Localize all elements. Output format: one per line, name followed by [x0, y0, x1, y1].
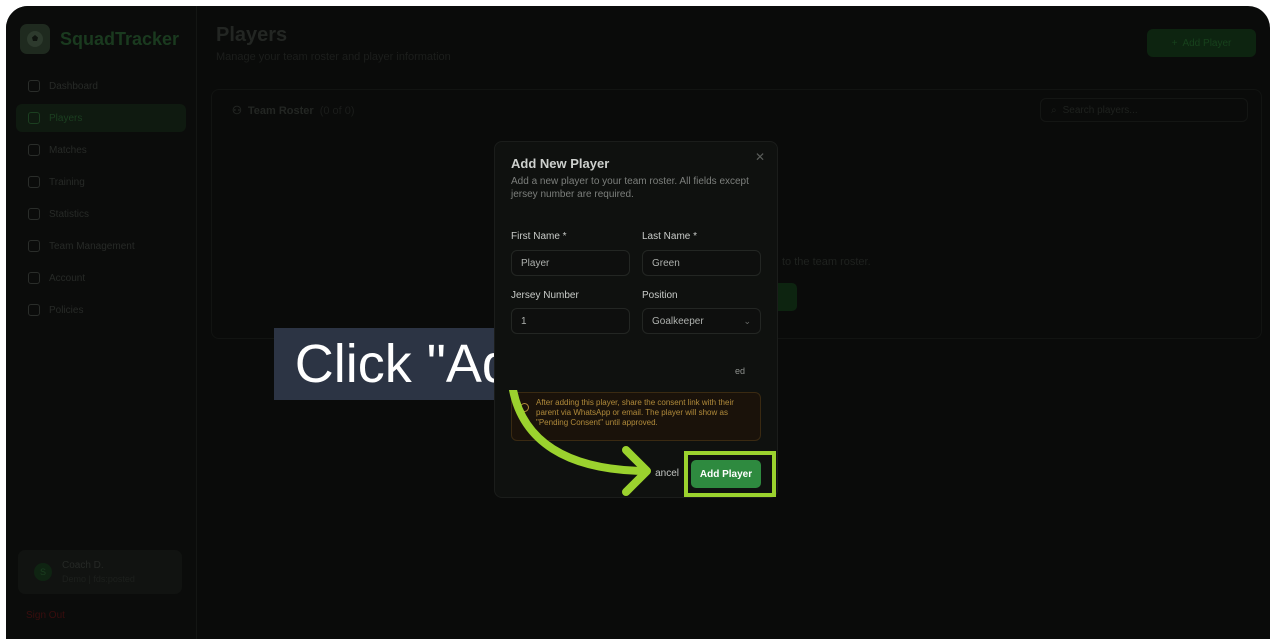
brand-name: SquadTracker — [60, 28, 180, 49]
document-icon — [28, 304, 40, 316]
sign-out-button[interactable]: Sign Out — [26, 610, 65, 621]
add-player-header-button[interactable]: + Add Player — [1147, 29, 1256, 57]
last-name-label: Last Name * — [642, 231, 698, 242]
search-placeholder: Search players... — [1062, 104, 1138, 116]
sidebar-item-dashboard[interactable]: Dashboard — [16, 72, 186, 100]
sidebar: SquadTracker Dashboard Players Matches T… — [6, 6, 197, 639]
user-card[interactable]: S Coach D. Demo | fds:posted — [18, 550, 182, 594]
plus-icon: + — [1171, 37, 1178, 49]
chevron-down-icon: ⌄ — [743, 316, 751, 326]
search-icon: ⌕ — [1051, 104, 1057, 116]
sidebar-item-team-management[interactable]: Team Management — [16, 232, 186, 260]
user-icon — [28, 272, 40, 284]
user-subtitle: Demo | fds:posted — [62, 574, 135, 584]
sidebar-nav: Dashboard Players Matches Training Stati… — [16, 72, 186, 328]
jersey-number-label: Jersey Number — [511, 290, 579, 301]
sidebar-item-statistics[interactable]: Statistics — [16, 200, 186, 228]
sidebar-item-label: Dashboard — [49, 80, 98, 92]
brand[interactable]: SquadTracker — [20, 24, 179, 54]
sidebar-item-label: Matches — [49, 144, 87, 156]
training-icon — [28, 176, 40, 188]
chart-icon — [28, 208, 40, 220]
jersey-number-field[interactable]: 1 — [511, 308, 630, 334]
last-name-field[interactable]: Green — [642, 250, 761, 276]
position-select[interactable]: Goalkeeper ⌄ — [642, 308, 761, 334]
sidebar-item-label: Training — [49, 176, 85, 188]
sign-out-label: Sign Out — [26, 610, 65, 621]
dialog-title: Add New Player — [511, 156, 610, 171]
sidebar-item-policies[interactable]: Policies — [16, 296, 186, 324]
add-player-header-label: Add Player — [1182, 37, 1232, 49]
sidebar-item-label: Statistics — [49, 208, 90, 220]
dialog-description: Add a new player to your team roster. Al… — [511, 176, 749, 200]
position-label: Position — [642, 290, 678, 301]
consent-label-fragment: ed — [735, 366, 746, 376]
sidebar-item-matches[interactable]: Matches — [16, 136, 186, 164]
jersey-number-value: 1 — [521, 315, 527, 327]
roster-count: (0 of 0) — [319, 104, 355, 117]
empty-state-text: to the team roster. — [782, 256, 871, 268]
team-icon — [28, 240, 40, 252]
close-icon[interactable]: ✕ — [755, 150, 765, 164]
home-icon — [28, 80, 40, 92]
users-icon — [28, 112, 40, 124]
search-input[interactable]: ⌕ Search players... — [1040, 98, 1248, 122]
user-name: Coach D. — [62, 560, 104, 571]
sidebar-item-players[interactable]: Players — [16, 104, 186, 132]
soccer-ball-icon — [20, 24, 50, 54]
sidebar-item-label: Team Management — [49, 240, 135, 252]
highlight-box — [684, 451, 776, 497]
page-subtitle: Manage your team roster and player infor… — [216, 51, 451, 63]
page-title: Players — [216, 24, 288, 46]
arrow-icon — [509, 390, 651, 496]
first-name-field[interactable]: Player — [511, 250, 630, 276]
avatar: S — [34, 563, 52, 581]
roster-title: Team Roster — [247, 104, 314, 117]
sidebar-item-label: Policies — [49, 304, 84, 316]
sidebar-item-label: Players — [49, 112, 83, 124]
trophy-icon — [28, 144, 40, 156]
first-name-value: Player — [521, 257, 550, 269]
last-name-value: Green — [652, 257, 680, 269]
sidebar-item-account[interactable]: Account — [16, 264, 186, 292]
position-value: Goalkeeper — [652, 315, 704, 327]
first-name-label: First Name * — [511, 231, 567, 242]
sidebar-item-training[interactable]: Training — [16, 168, 186, 196]
roster-header: ⚇ Team Roster (0 of 0) — [232, 104, 355, 118]
users-icon: ⚇ — [232, 105, 242, 117]
sidebar-item-label: Account — [49, 272, 86, 284]
